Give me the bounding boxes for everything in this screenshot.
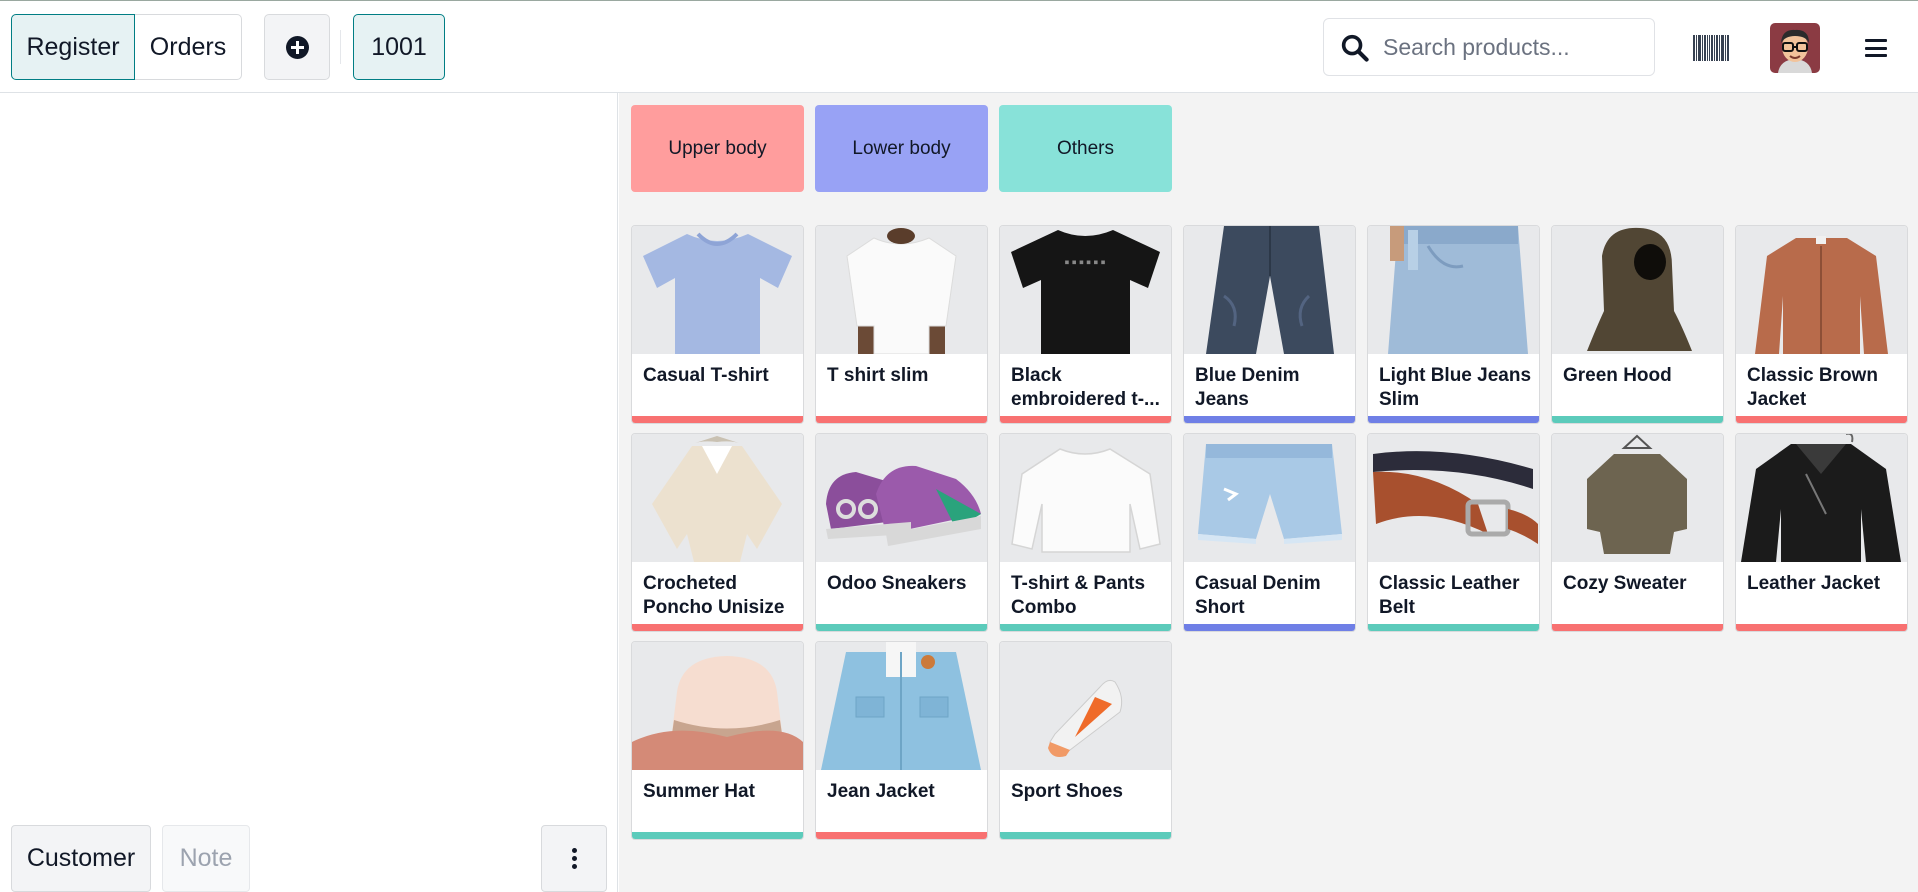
product-name: Sport Shoes — [1011, 781, 1123, 802]
customer-button[interactable]: Customer — [11, 825, 151, 892]
search-input[interactable] — [1383, 33, 1633, 61]
top-bar: Register Orders 1001 — [0, 2, 1918, 93]
category-color-bar — [1184, 416, 1355, 423]
order-tab-1001[interactable]: 1001 — [353, 14, 445, 80]
orders-button[interactable]: Orders — [134, 14, 242, 80]
product-card[interactable]: Jean Jacket — [815, 641, 988, 840]
product-name: Classic Brown Jacket — [1747, 365, 1878, 410]
product-card[interactable]: Classic Brown Jacket — [1735, 225, 1908, 424]
product-card[interactable]: Summer Hat — [631, 641, 804, 840]
category-color-bar — [1552, 416, 1723, 423]
belt-icon — [1368, 434, 1539, 562]
product-card[interactable]: Blue Denim Jeans — [1183, 225, 1356, 424]
more-options-button[interactable] — [541, 825, 607, 892]
product-name: Cozy Sweater — [1563, 573, 1687, 594]
user-avatar[interactable] — [1770, 23, 1820, 73]
category-color-bar — [1184, 624, 1355, 631]
product-name: Crocheted Poncho Unisize — [643, 573, 785, 618]
category-color-bar — [632, 624, 803, 631]
category-color-bar — [1368, 416, 1539, 423]
product-name: Light Blue Jeans Slim — [1379, 365, 1532, 410]
tshirt-black-icon: ■ ■ ■ ■ ■ ■ — [1000, 226, 1171, 354]
balaclava-icon — [1552, 226, 1723, 354]
register-button[interactable]: Register — [11, 14, 135, 80]
kebab-dot — [571, 864, 577, 869]
hat-icon — [632, 642, 803, 770]
category-color-bar — [632, 832, 803, 839]
product-card[interactable]: Leather Jacket — [1735, 433, 1908, 632]
category-upper-body[interactable]: Upper body — [631, 105, 804, 192]
product-name: Casual T-shirt — [643, 365, 769, 386]
sport-shoe-icon — [1000, 642, 1171, 770]
category-color-bar — [1000, 416, 1171, 423]
product-name: Blue Denim Jeans — [1195, 365, 1300, 410]
jacket-brown-icon — [1736, 226, 1907, 354]
product-card[interactable]: Crocheted Poncho Unisize — [631, 433, 804, 632]
product-card[interactable]: Green Hood — [1551, 225, 1724, 424]
product-name: T-shirt & Pants Combo — [1011, 573, 1146, 618]
category-color-bar — [1368, 624, 1539, 631]
product-card[interactable]: Classic Leather Belt — [1367, 433, 1540, 632]
category-color-bar — [1736, 624, 1907, 631]
category-color-bar — [816, 416, 987, 423]
jeans-light-icon — [1368, 226, 1539, 354]
tshirt-white-icon — [816, 226, 987, 354]
category-color-bar — [816, 832, 987, 839]
product-card[interactable]: ■ ■ ■ ■ ■ ■ Black embroidered t-... — [999, 225, 1172, 424]
category-lower-body[interactable]: Lower body — [815, 105, 988, 192]
toolbar-divider — [340, 30, 341, 64]
product-name: T shirt slim — [827, 365, 929, 386]
jean-jacket-icon — [816, 642, 987, 770]
poncho-icon — [632, 434, 803, 562]
category-color-bar — [1736, 416, 1907, 423]
search-box[interactable] — [1323, 18, 1655, 76]
product-name: Black embroidered t-... — [1011, 365, 1160, 410]
category-others[interactable]: Others — [999, 105, 1172, 192]
sneakers-icon — [816, 434, 987, 562]
new-order-button[interactable] — [264, 14, 330, 80]
hamburger-menu-icon[interactable] — [1865, 39, 1887, 57]
product-card[interactable]: Odoo Sneakers — [815, 433, 988, 632]
product-card[interactable]: T shirt slim — [815, 225, 988, 424]
product-name: Casual Denim Short — [1195, 573, 1321, 618]
product-name: Classic Leather Belt — [1379, 573, 1520, 618]
product-name: Leather Jacket — [1747, 573, 1881, 594]
category-color-bar — [816, 624, 987, 631]
order-panel: Customer Note — [0, 93, 618, 892]
product-card[interactable]: Cozy Sweater — [1551, 433, 1724, 632]
denim-short-icon — [1184, 434, 1355, 562]
category-color-bar — [1552, 624, 1723, 631]
product-card[interactable]: Sport Shoes — [999, 641, 1172, 840]
category-color-bar — [1000, 624, 1171, 631]
category-color-bar — [632, 416, 803, 423]
search-icon — [1341, 34, 1369, 62]
product-name: Jean Jacket — [827, 781, 935, 802]
barcode-icon[interactable] — [1693, 35, 1729, 61]
leather-jacket-icon — [1736, 434, 1907, 562]
plus-circle-icon — [285, 35, 309, 59]
tshirt-blue-icon — [632, 226, 803, 354]
product-name: Odoo Sneakers — [827, 573, 967, 594]
product-card[interactable]: T-shirt & Pants Combo — [999, 433, 1172, 632]
note-button[interactable]: Note — [162, 825, 250, 892]
kebab-dot — [571, 848, 577, 853]
product-card[interactable]: Casual Denim Short — [1183, 433, 1356, 632]
product-name: Green Hood — [1563, 365, 1672, 386]
product-name: Summer Hat — [643, 781, 755, 802]
sweatshirt-white-icon — [1000, 434, 1171, 562]
sweater-icon — [1552, 434, 1723, 562]
category-color-bar — [1000, 832, 1171, 839]
product-card[interactable]: Casual T-shirt — [631, 225, 804, 424]
svg-text:■ ■ ■ ■ ■ ■: ■ ■ ■ ■ ■ ■ — [1065, 259, 1105, 266]
kebab-dot — [571, 856, 577, 861]
product-panel: Upper body Lower body Others Casual T-sh… — [619, 93, 1918, 892]
product-card[interactable]: Light Blue Jeans Slim — [1367, 225, 1540, 424]
jeans-dark-icon — [1184, 226, 1355, 354]
